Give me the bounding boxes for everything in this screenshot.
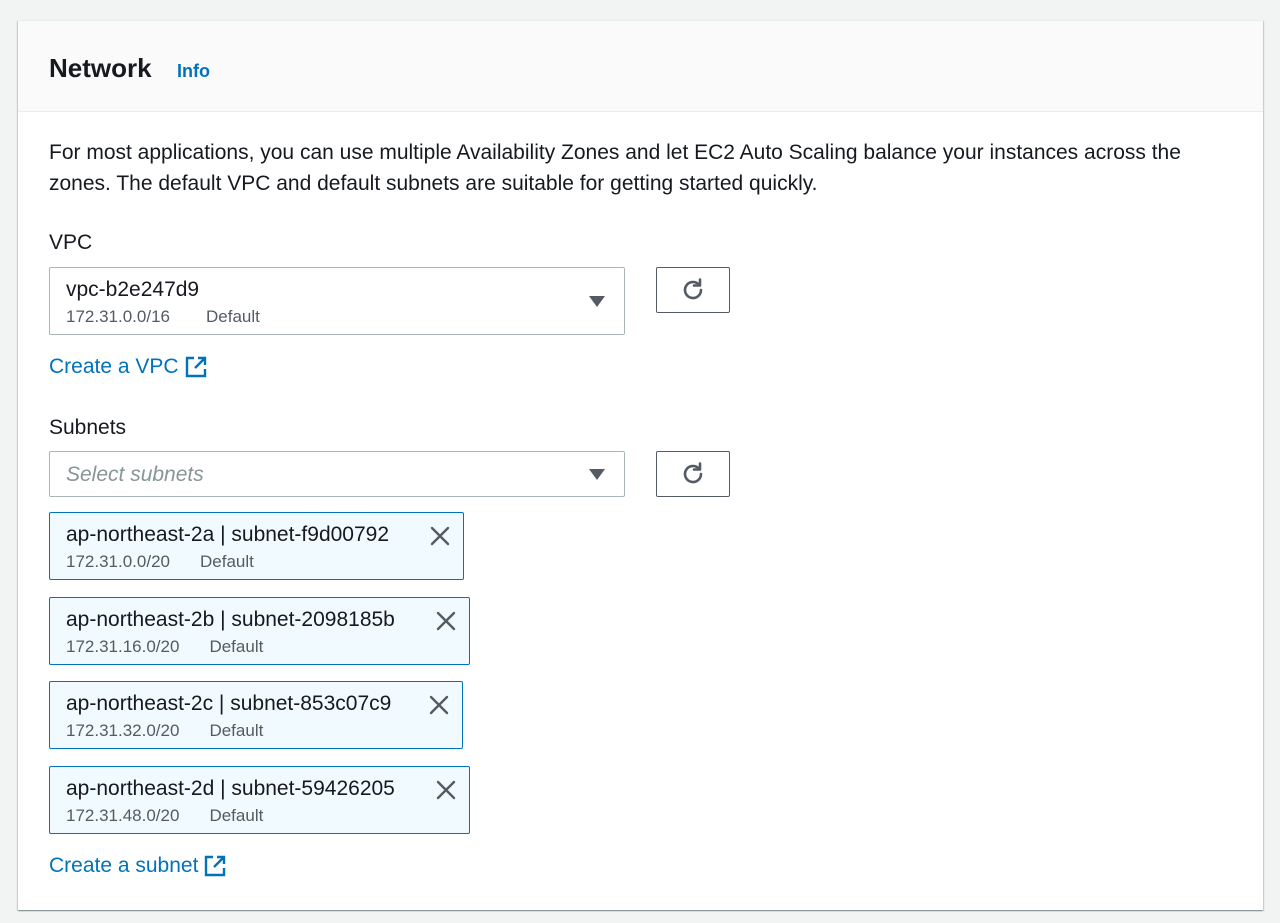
external-link-icon bbox=[205, 855, 226, 877]
subnet-token-cidr: 172.31.32.0/20 bbox=[66, 721, 180, 740]
create-subnet-link-label: Create a subnet bbox=[49, 854, 199, 877]
subnet-token-tag: Default bbox=[209, 637, 264, 656]
vpc-selected-cidr: 172.31.0.0/16 bbox=[66, 307, 170, 326]
network-description: For most applications, you can use multi… bbox=[49, 141, 1181, 195]
network-panel: Network Info For most applications, you … bbox=[18, 20, 1263, 910]
subnet-token-tag: Default bbox=[199, 552, 254, 571]
vpc-label: VPC bbox=[49, 231, 93, 254]
close-icon[interactable] bbox=[429, 525, 451, 547]
subnet-token-details: 172.31.32.0/20 Default bbox=[66, 720, 263, 742]
close-icon[interactable] bbox=[435, 779, 457, 801]
subnet-token-cidr: 172.31.16.0/20 bbox=[66, 637, 180, 656]
vpc-selected-details: 172.31.0.0/16 Default bbox=[66, 306, 260, 328]
subnets-label: Subnets bbox=[49, 416, 127, 439]
subnet-token-details: 172.31.0.0/20 Default bbox=[66, 551, 254, 573]
subnet-token-details: 172.31.16.0/20 Default bbox=[66, 636, 263, 658]
subnet-token-tag: Default bbox=[209, 806, 264, 825]
create-vpc-link[interactable]: Create a VPC bbox=[49, 354, 207, 380]
subnet-token-name: ap-northeast-2c | subnet-853c07c9 bbox=[66, 692, 392, 715]
subnet-token: ap-northeast-2b | subnet-2098185b 172.31… bbox=[49, 597, 470, 665]
external-link-icon bbox=[185, 356, 206, 378]
subnet-token: ap-northeast-2a | subnet-f9d00792 172.31… bbox=[49, 512, 464, 580]
panel-header: Network Info bbox=[18, 21, 1263, 112]
subnets-refresh-button[interactable] bbox=[656, 451, 730, 497]
subnet-token-name: ap-northeast-2d | subnet-59426205 bbox=[66, 777, 395, 800]
subnet-token-name: ap-northeast-2a | subnet-f9d00792 bbox=[66, 523, 390, 546]
subnet-token: ap-northeast-2d | subnet-59426205 172.31… bbox=[49, 766, 470, 834]
caret-down-icon bbox=[589, 296, 605, 307]
subnets-placeholder: Select subnets bbox=[66, 463, 204, 486]
caret-down-icon bbox=[589, 469, 605, 480]
refresh-icon bbox=[683, 462, 703, 484]
panel-title: Network bbox=[49, 53, 152, 83]
subnet-token-details: 172.31.48.0/20 Default bbox=[66, 805, 263, 827]
vpc-select[interactable]: vpc-b2e247d9 172.31.0.0/16 Default bbox=[49, 267, 625, 335]
subnet-token-name: ap-northeast-2b | subnet-2098185b bbox=[66, 608, 395, 631]
close-icon[interactable] bbox=[428, 694, 450, 716]
create-subnet-link[interactable]: Create a subnet bbox=[49, 853, 226, 879]
vpc-selected-tag: Default bbox=[205, 307, 260, 326]
subnet-token-cidr: 172.31.48.0/20 bbox=[66, 806, 180, 825]
create-vpc-link-label: Create a VPC bbox=[49, 355, 179, 378]
vpc-refresh-button[interactable] bbox=[656, 267, 730, 313]
subnet-token: ap-northeast-2c | subnet-853c07c9 172.31… bbox=[49, 681, 463, 749]
vpc-selected-id: vpc-b2e247d9 bbox=[66, 278, 200, 301]
subnet-token-tag: Default bbox=[209, 721, 264, 740]
subnet-token-cidr: 172.31.0.0/20 bbox=[66, 552, 170, 571]
close-icon[interactable] bbox=[435, 610, 457, 632]
subnets-select[interactable]: Select subnets bbox=[49, 451, 625, 497]
info-link[interactable]: Info bbox=[177, 60, 210, 82]
refresh-icon bbox=[683, 278, 703, 300]
